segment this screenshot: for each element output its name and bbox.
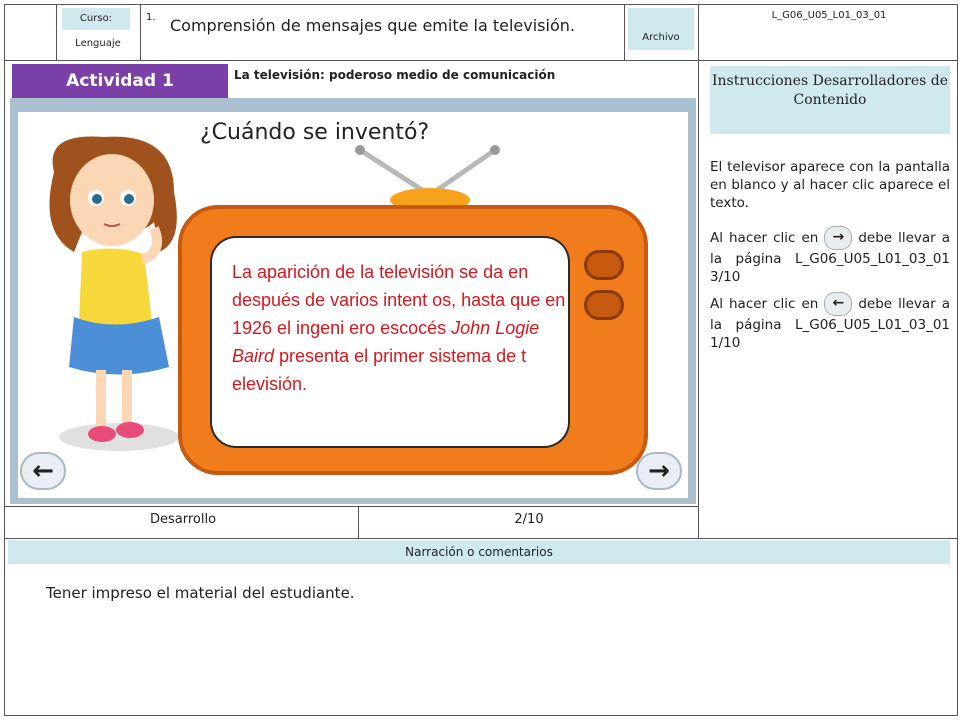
instructions-p1: El televisor aparece con la pantalla en … <box>710 159 950 211</box>
instructions-p2-pre: Al hacer clic en <box>710 230 819 246</box>
tv-knob-top <box>584 250 624 280</box>
section-label: Desarrollo <box>149 512 217 527</box>
archivo-box <box>628 8 694 50</box>
tv-antenna <box>355 145 500 210</box>
activity-badge: Actividad 1 <box>12 64 228 98</box>
divider-footer-top <box>4 506 698 507</box>
archivo-label: Archivo <box>642 32 680 43</box>
divider-footer-mid <box>358 506 359 538</box>
girl-illustration <box>49 136 179 451</box>
narration-text: Tener impreso el material del estudiante… <box>46 584 355 602</box>
next-arrow-icon: → <box>824 226 853 250</box>
instructions-p2: Al hacer clic en → debe llevar a la pági… <box>710 226 950 286</box>
divider-col1 <box>56 4 57 60</box>
lesson-title: Comprensión de mensajes que emite la tel… <box>170 16 575 35</box>
slide-body-text: La aparición de la televisión se da en d… <box>232 258 568 398</box>
border-top <box>4 4 958 5</box>
file-code: L_G06_U05_L01_03_01 <box>771 10 887 21</box>
instructions-title: Instrucciones Desarrolladores de Conteni… <box>710 66 950 134</box>
narration-label: Narración o comentarios <box>8 540 950 564</box>
instructions-p3: Al hacer clic en ← debe llevar a la pági… <box>710 292 950 352</box>
divider-header <box>4 60 958 61</box>
activity-subtitle: La televisión: poderoso medio de comunic… <box>234 68 556 82</box>
page-indicator: 2/10 <box>514 512 544 527</box>
prev-arrow-icon: ← <box>824 292 853 316</box>
border-bottom <box>4 715 958 716</box>
divider-narration <box>4 538 958 539</box>
tv-knob-bottom <box>584 290 624 320</box>
subject-label: Lenguaje <box>75 38 121 49</box>
curso-label: Curso: <box>62 8 130 30</box>
border-right <box>957 4 958 716</box>
lesson-number: 1. <box>146 12 156 23</box>
next-arrow-button[interactable]: → <box>636 452 682 490</box>
border-left <box>4 4 5 716</box>
prev-arrow-button[interactable]: ← <box>20 452 66 490</box>
divider-col4 <box>698 4 699 538</box>
divider-col2 <box>140 4 141 60</box>
slide-text-part2: presenta el primer sistema de t elevisió… <box>232 346 527 394</box>
divider-col3 <box>624 4 625 60</box>
instructions-p3-pre: Al hacer clic en <box>710 296 819 312</box>
